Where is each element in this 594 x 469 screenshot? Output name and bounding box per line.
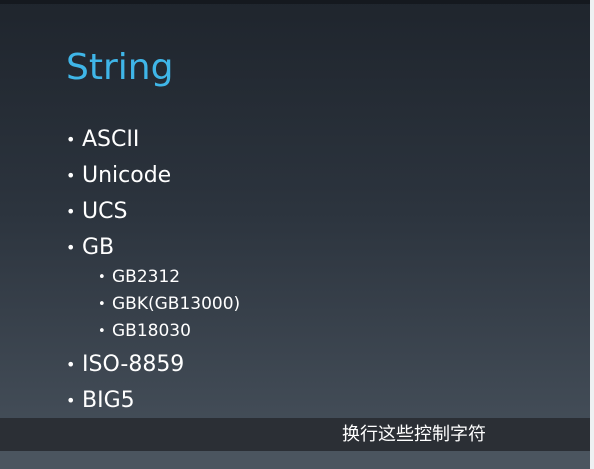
bullet-list: ASCII Unicode UCS GB GB2312 GBK(GB13000)… xyxy=(66,122,566,419)
right-edge xyxy=(590,0,594,469)
slide-title: String xyxy=(66,47,174,88)
bullet-item: Unicode xyxy=(66,158,566,194)
bullet-label: Unicode xyxy=(82,163,172,188)
bullet-item: GB GB2312 GBK(GB13000) GB18030 xyxy=(66,230,566,345)
slide: String ASCII Unicode UCS GB GB2312 GBK(G… xyxy=(0,0,594,469)
bullet-label: ASCII xyxy=(82,127,140,152)
subtitle-text: 换行这些控制字符 xyxy=(342,424,486,445)
sub-bullet-label: GBK(GB13000) xyxy=(112,294,241,314)
sub-bullet-label: GB2312 xyxy=(112,267,181,287)
sub-bullet-item: GBK(GB13000) xyxy=(98,291,566,318)
bullet-label: ISO-8859 xyxy=(82,352,185,377)
bullet-item: ISO-8859 xyxy=(66,347,566,383)
bullet-label: GB xyxy=(82,235,115,260)
bullet-label: BIG5 xyxy=(82,388,135,413)
sub-bullet-label: GB18030 xyxy=(112,321,191,341)
bullet-label: UCS xyxy=(82,199,128,224)
bullet-item: UCS xyxy=(66,194,566,230)
bottom-strip xyxy=(0,451,590,469)
top-edge xyxy=(0,0,594,4)
bullet-item: ASCII xyxy=(66,122,566,158)
subtitle-bar: 换行这些控制字符 xyxy=(0,418,590,451)
sub-bullet-item: GB2312 xyxy=(98,264,566,291)
bullet-item: BIG5 xyxy=(66,383,566,419)
sub-bullet-item: GB18030 xyxy=(98,318,566,345)
sub-bullet-list: GB2312 GBK(GB13000) GB18030 xyxy=(98,264,566,345)
